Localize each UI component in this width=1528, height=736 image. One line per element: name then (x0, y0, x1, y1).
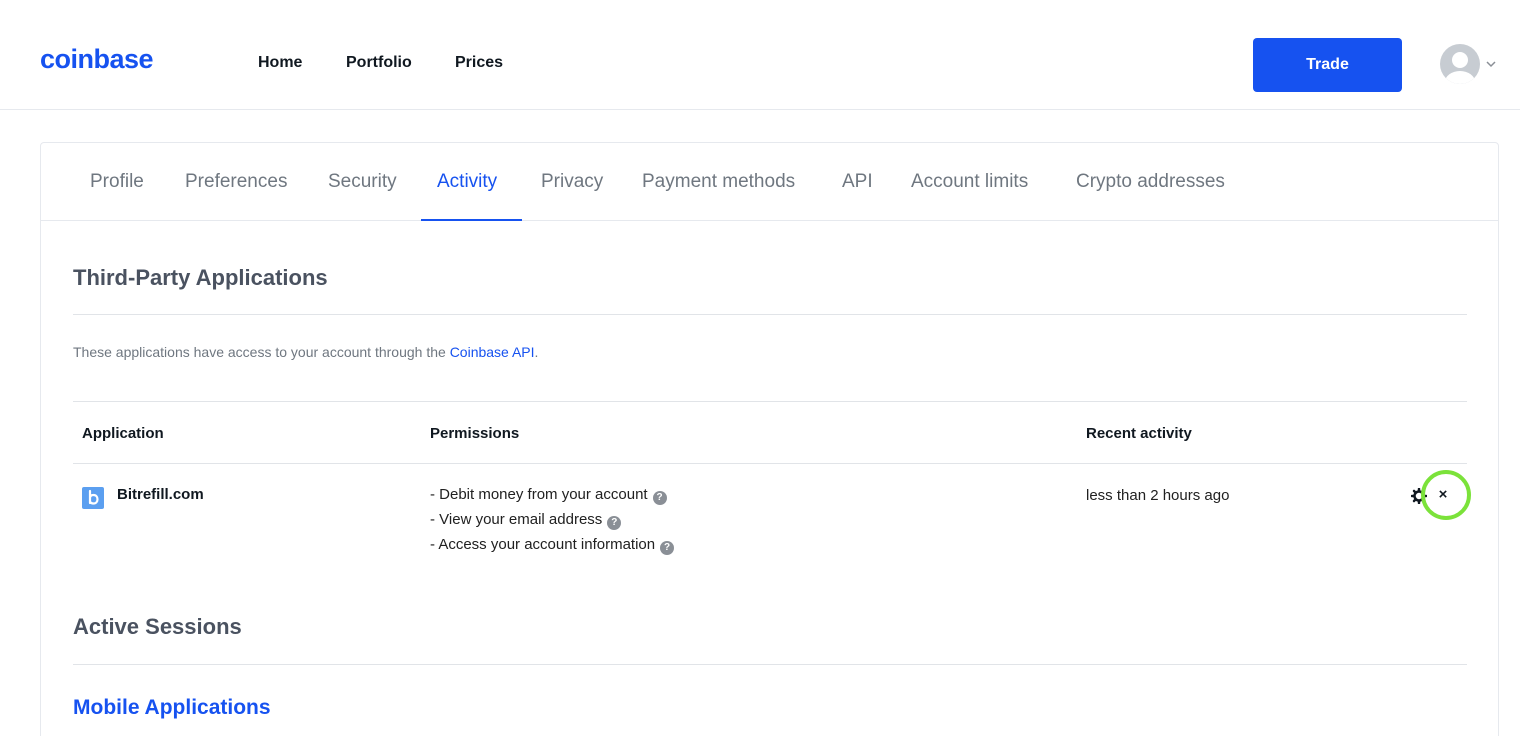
user-icon (1445, 52, 1475, 84)
coinbase-api-link[interactable]: Coinbase API (450, 344, 535, 360)
tab-security[interactable]: Security (328, 170, 397, 194)
tab-payment-methods[interactable]: Payment methods (642, 170, 795, 194)
help-icon[interactable]: ? (652, 491, 667, 505)
nav-prices-link[interactable]: Prices (455, 53, 503, 73)
mobile-applications-heading[interactable]: Mobile Applications (73, 695, 271, 721)
tab-crypto-addresses[interactable]: Crypto addresses (1076, 170, 1225, 194)
help-icon[interactable]: ? (660, 541, 675, 555)
active-sessions-title: Active Sessions (73, 614, 242, 639)
third-party-title: Third-Party Applications (73, 265, 328, 290)
divider (73, 314, 1467, 315)
permission-item: - Access your account information? (430, 535, 675, 555)
tab-account-limits[interactable]: Account limits (911, 170, 1028, 194)
app-name: Bitrefill.com (117, 486, 204, 503)
top-navigation: coinbase Home Portfolio Prices Trade (0, 0, 1520, 110)
nav-home-link[interactable]: Home (258, 53, 302, 73)
tab-api[interactable]: API (842, 170, 873, 194)
intro-end: . (534, 344, 539, 360)
highlight-ring (1421, 470, 1471, 520)
tab-profile[interactable]: Profile (90, 170, 144, 194)
settings-tabs: Profile Preferences Security Activity Pr… (41, 143, 1498, 221)
settings-card: Profile Preferences Security Activity Pr… (40, 142, 1499, 736)
column-header-recent-activity: Recent activity (1086, 425, 1192, 442)
trade-button[interactable]: Trade (1253, 38, 1402, 92)
permission-text: - Debit money from your account (430, 486, 648, 503)
permission-item: - Debit money from your account? (430, 485, 667, 505)
recent-activity: less than 2 hours ago (1086, 487, 1230, 504)
help-icon[interactable]: ? (607, 516, 622, 530)
nav-portfolio-link[interactable]: Portfolio (346, 53, 412, 73)
chevron-down-icon[interactable] (1484, 57, 1498, 71)
divider (73, 463, 1467, 464)
divider (73, 401, 1467, 402)
coinbase-logo[interactable]: coinbase (40, 44, 154, 74)
column-header-permissions: Permissions (430, 425, 520, 442)
tab-preferences[interactable]: Preferences (185, 170, 287, 194)
divider (73, 664, 1467, 665)
permission-text: - Access your account information (430, 536, 656, 553)
bitrefill-logo (82, 487, 104, 509)
bitrefill-icon (88, 489, 99, 505)
intro-text: These applications have access to your a… (73, 344, 450, 360)
permission-text: - View your email address (430, 511, 603, 528)
tab-activity[interactable]: Activity (437, 170, 497, 194)
avatar[interactable] (1440, 44, 1480, 84)
column-header-application: Application (82, 425, 164, 442)
active-tab-indicator (421, 219, 522, 221)
third-party-intro: These applications have access to your a… (73, 343, 538, 361)
tab-privacy[interactable]: Privacy (541, 170, 603, 194)
permission-item: - View your email address? (430, 510, 622, 530)
